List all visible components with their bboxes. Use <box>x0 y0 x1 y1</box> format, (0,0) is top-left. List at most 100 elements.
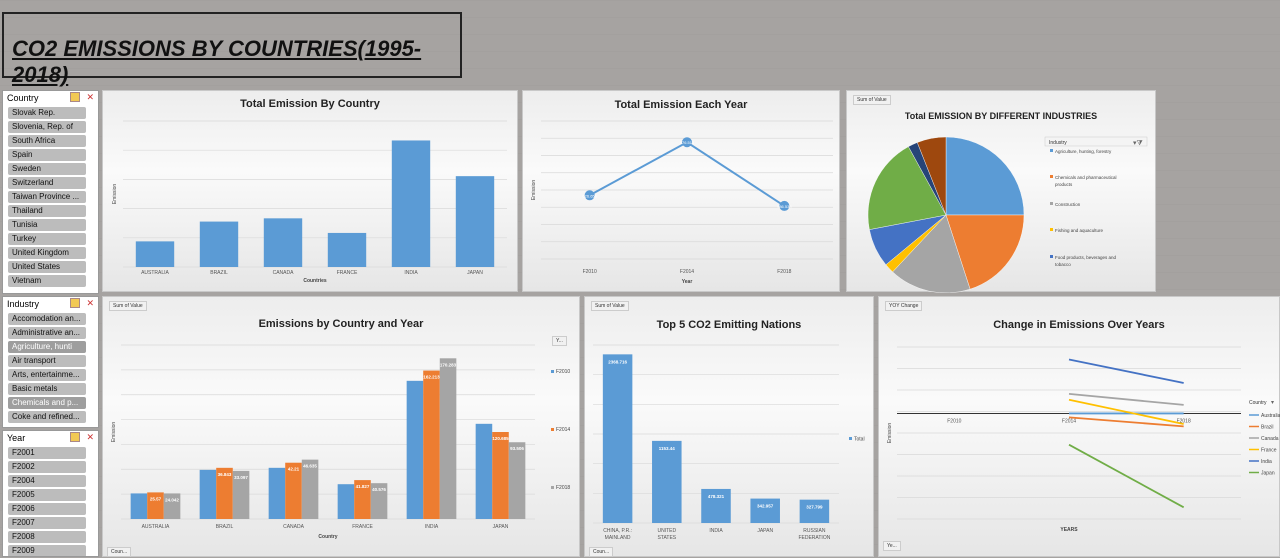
year-slicer-item[interactable]: F2004 <box>8 475 86 487</box>
chart-svg: AUSTRALIA BRAZIL CANADA FRANCE INDIA JAPAN Cou… <box>112 120 507 284</box>
country-slicer-item[interactable]: Vietnam <box>8 275 86 287</box>
data-label: 342.957 <box>757 504 774 509</box>
year-slicer-item[interactable]: F2008 <box>8 531 86 543</box>
filter-icon: ▾⧩ <box>1133 140 1143 147</box>
country-slicer-item[interactable]: Tunisia <box>8 219 86 231</box>
x-tick-label: CHINA, P.R.: <box>603 528 632 534</box>
country-slicer-item[interactable]: United Kingdom <box>8 247 86 259</box>
bar <box>508 442 526 519</box>
country-slicer-item[interactable]: Slovak Rep. <box>8 107 86 119</box>
industry-slicer-item[interactable]: Coke and refined... <box>8 411 86 423</box>
legend-label: Brazil <box>1261 425 1274 431</box>
legend-label: F2010 <box>556 369 570 375</box>
bar <box>602 354 633 523</box>
data-label: 478.321 <box>708 494 725 499</box>
data-label: 36.843 <box>218 472 232 477</box>
legend-label: Canada <box>1261 436 1279 442</box>
country-slicer[interactable]: Country ✕ Slovak Rep. Slovenia, Rep. of So… <box>2 90 99 294</box>
x-tick-label: STATES <box>657 535 676 541</box>
x-tick-label: MAINLAND <box>605 535 631 541</box>
x-tick-label: CANADA <box>283 524 305 530</box>
bar <box>391 140 431 267</box>
industry-slicer-item[interactable]: Chemicals and p... <box>8 397 86 409</box>
legend-label: Japan <box>1261 471 1275 477</box>
x-tick-label: BRAZIL <box>210 270 228 276</box>
chart-svg: 626.656 F2010 976.513 F2014 586.535 F2018 Year… <box>531 120 833 285</box>
industry-slicer-item[interactable]: Arts, entertainme... <box>8 369 86 381</box>
country-slicer-item[interactable]: United States <box>8 261 86 273</box>
change-in-emissions-panel: YOY Change Change in Emissions Over Year… <box>878 296 1280 557</box>
country-slicer-item[interactable]: Taiwan Province ... <box>8 191 86 203</box>
multi-select-icon[interactable] <box>70 92 80 102</box>
data-label: 33.097 <box>234 475 248 480</box>
bar <box>423 370 440 519</box>
legend-label: F2018 <box>556 485 570 491</box>
x-tick-label: INDIA <box>709 528 723 534</box>
x-tick-label: F2018 <box>777 269 791 275</box>
legend-title: Industry <box>1049 140 1067 146</box>
country-slicer-item[interactable]: Thailand <box>8 205 86 217</box>
multi-select-icon[interactable] <box>70 432 80 442</box>
year-slicer-item[interactable]: F2005 <box>8 489 86 501</box>
x-tick-label: FRANCE <box>352 524 373 530</box>
top5-nations-panel: Sum of Value Top 5 CO2 Emitting Nations … <box>584 296 874 557</box>
year-slicer-item[interactable]: F2007 <box>8 517 86 529</box>
legend-label: Fishing and aquaculture <box>1055 228 1104 233</box>
legend-swatch <box>1050 202 1053 205</box>
year-slicer-item[interactable]: F2006 <box>8 503 86 515</box>
x-axis-label: Year <box>682 279 693 285</box>
industry-slicer-item[interactable]: Administrative an... <box>8 327 86 339</box>
clear-filter-icon[interactable]: ✕ <box>86 432 94 443</box>
year-slicer-item[interactable]: F2002 <box>8 461 86 473</box>
country-slicer-item[interactable]: Sweden <box>8 163 86 175</box>
clear-filter-icon[interactable]: ✕ <box>86 298 94 309</box>
industry-slicer-item[interactable]: Agriculture, hunti <box>8 341 86 353</box>
x-tick-label: F2010 <box>583 269 597 275</box>
legend-swatch <box>1050 228 1053 231</box>
country-slicer-item[interactable]: Switzerland <box>8 177 86 189</box>
industry-slicer-item[interactable]: Basic metals <box>8 383 86 395</box>
chart-svg: 25.57 24.042 AUSTRALIA 36.84333.097 BRAZIL 42… <box>111 344 570 540</box>
data-label: 93.506 <box>510 446 524 451</box>
dashboard-title-box: CO2 EMISSIONS BY COUNTRIES(1995-2018) <box>2 12 462 87</box>
x-tick-label: UNITED <box>657 528 676 534</box>
country-slicer-item[interactable]: South Africa <box>8 135 86 147</box>
legend-label: Australia <box>1261 413 1280 419</box>
y-axis-label: Emission <box>111 422 117 443</box>
country-slicer-item[interactable]: Slovenia, Rep. of <box>8 121 86 133</box>
x-tick-label: JAPAN <box>757 528 773 534</box>
country-slicer-title: Country <box>7 93 39 103</box>
industry-slicer-item[interactable]: Accomodation an... <box>8 313 86 325</box>
multi-select-icon[interactable] <box>70 298 80 308</box>
x-tick-label: F2014 <box>1062 418 1076 424</box>
country-slicer-item[interactable]: Spain <box>8 149 86 161</box>
legend-label: Construction <box>1055 202 1081 207</box>
year-slicer[interactable]: Year ✕ F2001 F2002 F2004 F2005 F2006 F2007 F20… <box>2 430 99 557</box>
data-label: 1153.44 <box>659 446 676 451</box>
legend-title: Country <box>1249 400 1267 406</box>
clear-filter-icon[interactable]: ✕ <box>86 92 94 103</box>
x-tick-label: F2014 <box>680 269 694 275</box>
data-label: 976.513 <box>680 140 695 145</box>
data-label: 120.685 <box>492 436 509 441</box>
year-slicer-item[interactable]: F2001 <box>8 447 86 459</box>
data-label: 25.57 <box>150 496 162 501</box>
data-label: 41.827 <box>356 484 370 489</box>
country-slicer-item[interactable]: Turkey <box>8 233 86 245</box>
x-tick-label: JAPAN <box>467 270 483 276</box>
series-line <box>589 141 785 207</box>
year-slicer-item[interactable]: F2009 <box>8 545 86 556</box>
x-tick-label: RUSSIAN <box>803 528 826 534</box>
bar <box>263 218 303 267</box>
industry-slicer-item[interactable]: Air transport <box>8 355 86 367</box>
industry-slicer-header: Industry ✕ <box>3 297 98 311</box>
series-line <box>1068 416 1184 428</box>
industry-slicer[interactable]: Industry ✕ Accomodation an... Administrat… <box>2 296 99 428</box>
data-label: 170.283 <box>440 362 457 367</box>
x-axis-label: Country <box>318 534 337 540</box>
x-axis-label: Countries <box>303 278 327 284</box>
legend-label: Agriculture, hunting, forestry <box>1055 149 1112 154</box>
emissions-by-country-year-panel: Sum of Value Emissions by Country and Ye… <box>102 296 580 557</box>
y-axis-label: Emission <box>112 184 118 205</box>
data-label: 327.799 <box>806 505 823 510</box>
